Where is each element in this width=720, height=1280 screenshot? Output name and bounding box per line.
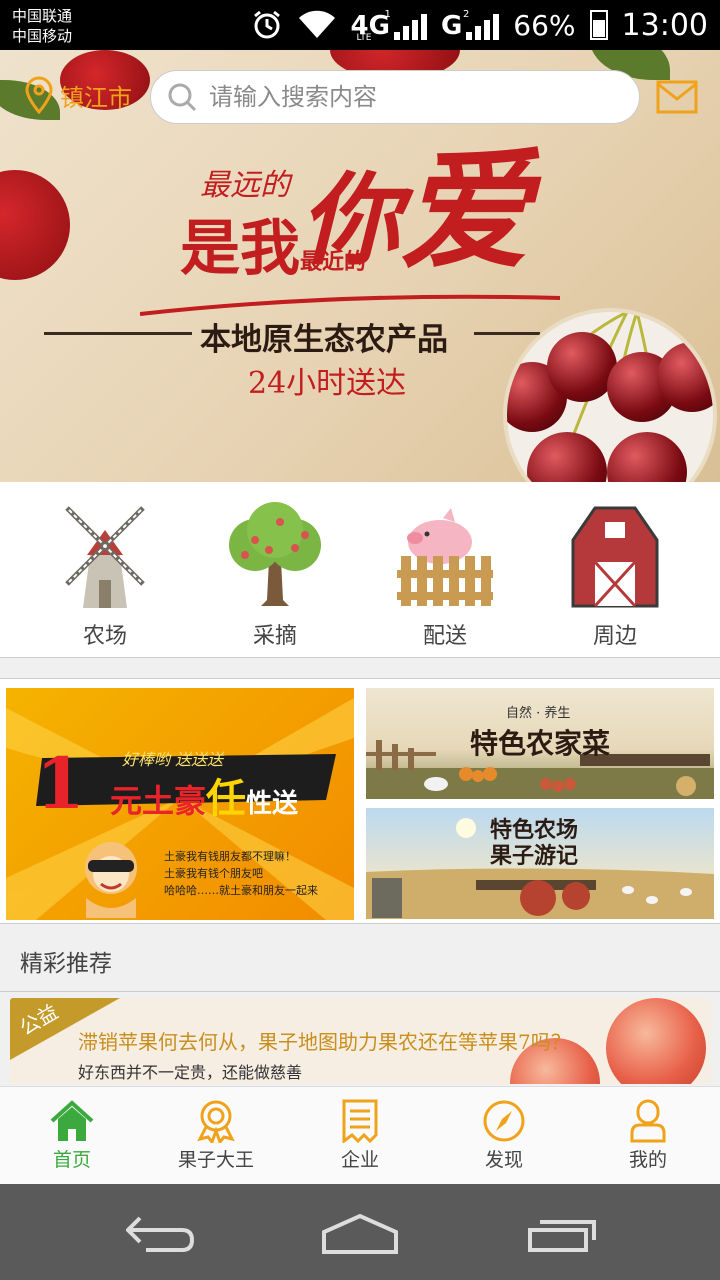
carrier-2: 中国移动 [12,27,73,45]
search-bar[interactable] [150,70,640,124]
category-nearby[interactable]: 周边 [525,482,705,658]
article-card[interactable]: 公益 滞销苹果何去何从，果子地图助力果农还在等苹果7吗？ 好东西并不一定贵，还能… [10,998,711,1084]
battery-percent: 66% [513,8,576,42]
battery-icon [589,10,608,40]
cherry-image [503,308,717,482]
system-nav-bar [0,1184,720,1280]
sim1-label: 1 [384,9,391,20]
promo-farm-tour-banner[interactable]: 特色农场 果子游记 [366,808,714,919]
search-icon [168,83,197,112]
nav-discover[interactable]: 发现 [432,1087,576,1185]
lte-label: LTE [356,33,372,43]
promo-badge-number: 1 [36,742,85,825]
compass-icon [483,1100,525,1142]
award-icon [197,1100,235,1143]
promo-grid: 1 好棒哟 送送送 元土豪任性送 土豪我有钱朋友都不理嘛！ 土豪我有钱个朋友吧 … [0,678,720,924]
promo-title-part-c: 性送 [246,789,299,819]
network-label-2: G [440,11,463,41]
wifi-icon [298,10,335,39]
carrier-labels: 中国联通 中国移动 [12,6,72,46]
promo-farm-dishes-banner[interactable]: 自然 · 养生 特色农家菜 [366,688,714,799]
nav-enterprise[interactable]: 企业 [288,1087,432,1185]
category-label: 农场 [82,624,127,649]
promo-copy: 土豪我有钱朋友都不理嘛！ 土豪我有钱个朋友吧 哈哈哈……就土豪和朋友一起来 [164,848,318,899]
section-header: 精彩推荐 [0,926,720,992]
nav-home[interactable]: 首页 [0,1087,144,1185]
promo-title: 元土豪任性送 [110,766,298,824]
location-pin-icon [25,76,53,114]
nav-label: 首页 [52,1149,91,1171]
promo-farm-tour-line: 果子游记 [490,844,579,869]
category-label: 配送 [422,624,467,649]
banner-rule-left [44,332,192,335]
category-label: 周边 [592,624,637,649]
promo-small-caption: 自然 · 养生 [506,706,571,721]
back-icon[interactable] [126,1214,194,1254]
banner-subline: 24小时送达 [248,366,407,401]
barn-icon [565,500,665,610]
promo-copy-line: 土豪我有钱朋友都不理嘛！ [164,850,296,863]
apple-tree-icon [225,500,325,610]
category-row: 农场 采摘 配送 周边 [0,482,720,658]
category-label: 采摘 [252,624,297,649]
carrier-1: 中国联通 [12,7,73,25]
signal-bars-2-icon [466,14,500,40]
promo-farm-dishes-title: 特色农家菜 [470,727,611,760]
user-icon [630,1099,666,1143]
nav-label: 企业 [340,1149,379,1171]
nav-mine[interactable]: 我的 [576,1087,720,1185]
mail-icon[interactable] [656,80,698,114]
status-bar: 中国联通 中国移动 4G LTE 1 G 2 66% 13:00 [0,0,720,50]
recent-apps-icon[interactable] [526,1216,598,1254]
document-icon [342,1099,378,1143]
home-button-icon[interactable] [322,1214,398,1254]
location-selector[interactable]: 镇江市 [24,76,132,114]
category-delivery[interactable]: 配送 [355,482,535,658]
clock: 13:00 [621,7,708,43]
signal-bars-1-icon [393,14,427,40]
windmill-icon [55,500,155,610]
banner-slogan-part-a: 是我 [180,214,300,284]
banner-slogan-small: 最远的 [200,168,290,203]
article-subtitle: 好东西并不一定贵，还能做慈善 [78,1063,303,1082]
promo-farm-tour-line: 特色农场 [490,818,579,843]
article-title: 滞销苹果何去何从，果子地图助力果农还在等苹果7吗？ [78,1030,571,1054]
nav-label: 发现 [484,1149,523,1171]
signal-sim1: 4G LTE 1 [351,9,427,43]
promo-title-part-a: 元土豪 [110,782,207,820]
apple-image [606,998,706,1084]
banner-you: 你 [300,161,400,279]
promo-copy-line: 哈哈哈……就土豪和朋友一起来 [164,884,318,897]
nav-fruit-king[interactable]: 果子大王 [144,1087,288,1185]
signal-sim2: G 2 [440,9,500,41]
pig-fence-icon [395,500,495,610]
promo-title-part-b: 任 [206,775,247,822]
status-icons: 4G LTE 1 G 2 66% 13:00 [251,6,708,44]
banner-love: 爱 [400,134,531,287]
category-picking[interactable]: 采摘 [185,482,365,658]
alarm-icon [253,10,280,39]
monkey-mascot-icon [85,842,137,918]
search-input[interactable] [209,83,609,111]
nav-label: 我的 [628,1149,667,1171]
rose-decoration [0,170,70,280]
promo-farm-tour-title: 特色农场 果子游记 [490,818,578,870]
sim2-label: 2 [462,9,470,20]
bottom-nav: 首页 果子大王 企业 发现 我的 [0,1086,720,1184]
location-label: 镇江市 [60,83,132,112]
home-icon [50,1100,94,1141]
promo-copy-line: 土豪我有钱个朋友吧 [164,867,263,880]
section-title: 精彩推荐 [20,951,112,977]
nav-label: 果子大王 [177,1149,254,1171]
banner-headline: 本地原生态农产品 [200,322,448,358]
promo-one-yuan-banner[interactable]: 1 好棒哟 送送送 元土豪任性送 土豪我有钱朋友都不理嘛！ 土豪我有钱个朋友吧 … [6,688,354,920]
category-farm[interactable]: 农场 [15,482,195,658]
